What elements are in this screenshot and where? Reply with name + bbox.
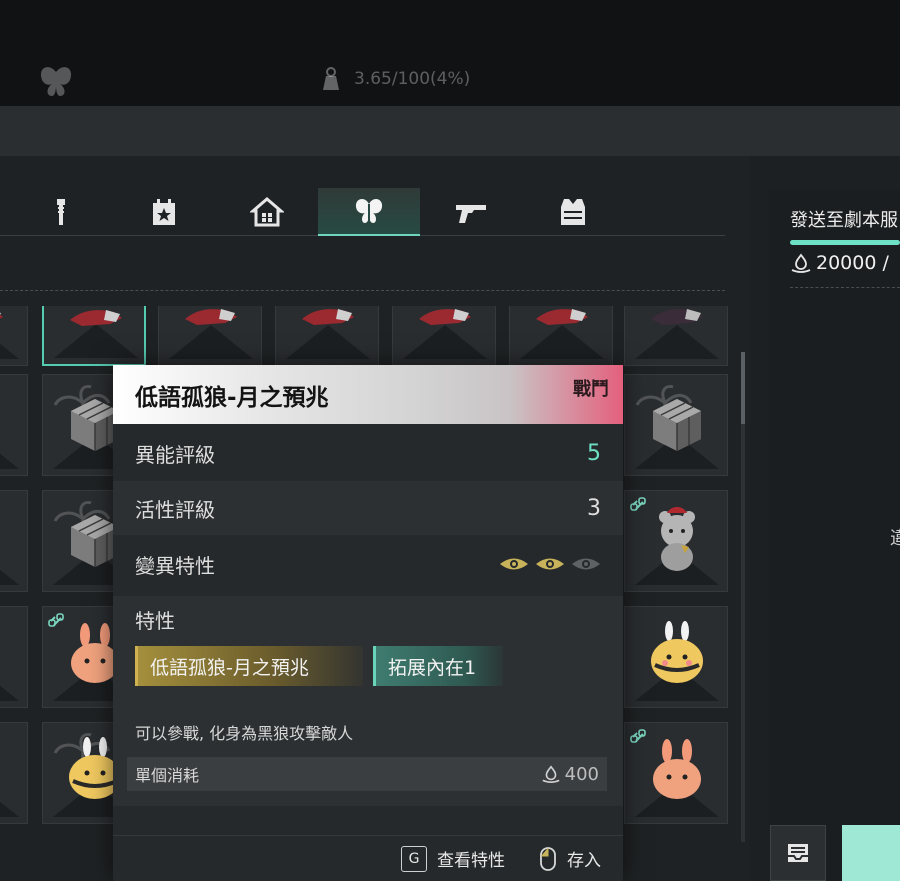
eye-filled-icon xyxy=(536,558,564,570)
tooltip-header: 低語孤狼-月之預兆 戰鬥 xyxy=(113,365,623,424)
tab-armor[interactable] xyxy=(522,188,624,236)
cube-icon xyxy=(0,389,11,457)
item-tooltip: 低語孤狼-月之預兆 戰鬥 異能評級 5 活性評級 3 變異特性 特性 低語孤狼-… xyxy=(113,365,623,881)
eye-filled-icon xyxy=(500,558,528,570)
item-slot[interactable] xyxy=(624,606,728,708)
tab-weapons[interactable] xyxy=(420,188,522,236)
tab-tools[interactable] xyxy=(10,188,112,236)
mouse-icon xyxy=(540,846,556,871)
right-panel-glyph: 違 xyxy=(890,528,900,549)
unit-cost: 400 xyxy=(541,764,599,785)
stat-row-ability: 異能評級 5 xyxy=(113,426,623,480)
dark-wolf-icon xyxy=(651,309,703,325)
weight-readout: 3.65/100(4%) xyxy=(318,62,470,96)
item-slot[interactable] xyxy=(392,306,496,366)
mutation-eyes xyxy=(499,556,601,572)
top-bar: 3.65/100(4%) xyxy=(0,0,900,106)
progress-bar xyxy=(790,240,900,245)
item-slot[interactable] xyxy=(0,722,28,824)
item-slot[interactable] xyxy=(624,306,728,366)
stat-value: 3 xyxy=(587,495,601,521)
trait-tag-primary[interactable]: 低語孤狼-月之預兆 xyxy=(135,646,363,686)
item-slot[interactable] xyxy=(509,306,613,366)
wolf-icon xyxy=(70,310,122,326)
unit-cost-row: 單個消耗 400 xyxy=(127,757,607,791)
item-slot[interactable] xyxy=(624,374,728,476)
trait-tag-secondary[interactable]: 拓展內在1 xyxy=(373,646,503,686)
bear-icon xyxy=(659,507,695,571)
category-tabs xyxy=(0,188,725,236)
pistol-icon xyxy=(456,205,486,223)
item-slot[interactable] xyxy=(0,374,28,476)
stat-row-activity: 活性評級 3 xyxy=(113,481,623,535)
scrollbar-thumb[interactable] xyxy=(741,352,745,424)
wolf-icon xyxy=(302,309,354,325)
item-slot[interactable] xyxy=(275,306,379,366)
stat-value: 5 xyxy=(587,440,601,466)
stat-row-mutation: 變異特性 xyxy=(113,537,623,591)
tab-deviation[interactable] xyxy=(318,188,420,236)
header-band xyxy=(0,106,900,156)
right-divider xyxy=(790,287,900,288)
wolf-icon xyxy=(0,312,3,319)
item-slot[interactable] xyxy=(624,722,728,824)
tooltip-footer: G 查看特性 存入 xyxy=(113,835,623,881)
traits-label: 特性 xyxy=(135,609,175,633)
tab-calendar[interactable] xyxy=(113,188,215,236)
confirm-button[interactable] xyxy=(842,825,900,881)
currency-icon xyxy=(791,253,811,273)
stat-label: 活性評級 xyxy=(135,497,215,522)
mail-button[interactable] xyxy=(770,825,826,881)
bee-pillow-icon xyxy=(651,621,703,683)
item-slot[interactable] xyxy=(0,306,28,366)
vest-icon xyxy=(561,199,585,225)
item-name: 低語孤狼-月之預兆 xyxy=(135,385,329,411)
send-cost: 20000 / xyxy=(790,250,889,276)
weight-icon xyxy=(323,67,339,90)
store-action[interactable]: 存入 xyxy=(567,846,601,871)
currency-icon xyxy=(542,765,560,783)
cube-icon xyxy=(653,399,701,451)
unit-cost-value: 400 xyxy=(564,763,599,785)
divider xyxy=(0,290,725,291)
house-icon xyxy=(250,197,284,227)
right-panel xyxy=(770,190,900,881)
inbox-icon xyxy=(788,844,808,862)
item-slot[interactable] xyxy=(158,306,262,366)
eye-empty-icon xyxy=(572,558,600,570)
send-to-script-title: 發送至劇本服 xyxy=(790,210,898,231)
send-cost-value: 20000 / xyxy=(816,252,889,274)
butterfly-icon xyxy=(355,198,383,223)
wrench-icon xyxy=(57,199,65,225)
view-traits-action[interactable]: 查看特性 xyxy=(437,846,505,871)
wolf-icon xyxy=(419,309,471,325)
item-slot[interactable] xyxy=(624,490,728,592)
g-key-icon: G xyxy=(401,845,427,872)
wolf-icon xyxy=(185,309,237,325)
unit-cost-label: 單個消耗 xyxy=(135,766,200,785)
item-slot[interactable] xyxy=(42,306,146,366)
wolf-icon xyxy=(536,309,588,325)
item-category: 戰鬥 xyxy=(573,379,609,400)
stat-label: 變異特性 xyxy=(135,553,215,578)
scrollbar-track[interactable] xyxy=(741,352,745,842)
item-description: 可以參戰, 化身為黑狼攻擊敵人 xyxy=(135,724,354,743)
calendar-star-icon xyxy=(153,199,175,225)
stat-label: 異能評級 xyxy=(135,442,215,467)
item-slot[interactable] xyxy=(0,606,28,708)
weight-text: 3.65/100(4%) xyxy=(354,69,471,89)
bunny-pillow-icon xyxy=(653,739,701,799)
item-slot[interactable] xyxy=(0,490,28,592)
butterfly-icon xyxy=(40,67,72,96)
tab-home[interactable] xyxy=(216,188,318,236)
